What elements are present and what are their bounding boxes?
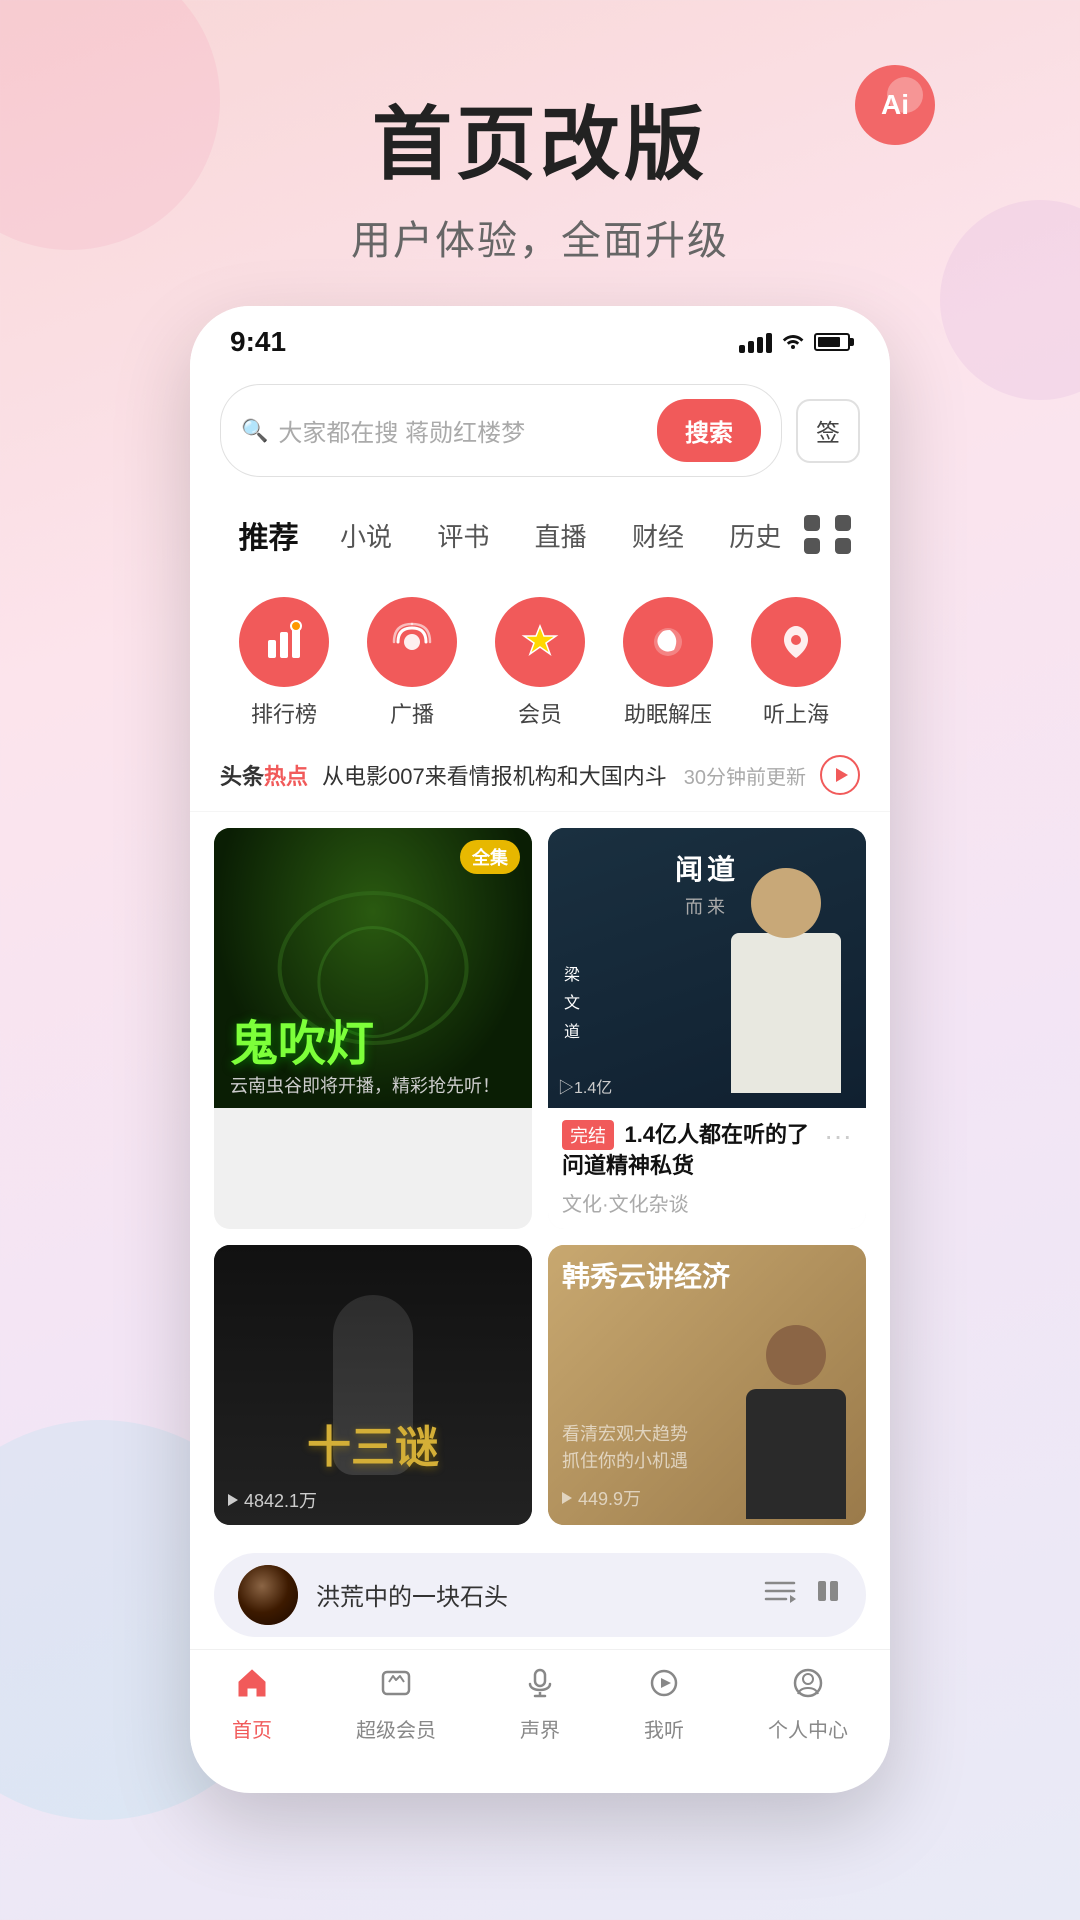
mic-icon <box>523 1666 557 1708</box>
broadcast-label: 广播 <box>390 697 434 729</box>
wendao-category: 文化·文化杂谈 <box>562 1188 824 1217</box>
home-icon <box>235 1666 269 1708</box>
hanxiuyun-slogan: 看清宏观大趋势抓住你的小机遇 <box>562 1421 688 1475</box>
pause-button[interactable] <box>814 1577 842 1612</box>
quick-item-sleep[interactable]: 助眠解压 <box>623 597 713 729</box>
page-subtitle: 用户体验，全面升级 <box>0 208 1080 266</box>
status-time: 9:41 <box>230 326 286 358</box>
card-hanxiuyun[interactable]: 韩秀云讲经济 看清宏观大趋势抓住你的小机遇 449.9万 <box>548 1245 866 1525</box>
hot-news-text: 从电影007来看情报机构和大国内斗 <box>322 759 674 791</box>
status-bar: 9:41 <box>190 306 890 368</box>
play-triangle-icon <box>836 768 848 782</box>
quick-item-shanghai[interactable]: 听上海 <box>751 597 841 729</box>
wifi-icon <box>780 329 806 355</box>
quick-item-broadcast[interactable]: 广播 <box>367 597 457 729</box>
card-shisanmi[interactable]: 十三谜 4842.1万 <box>214 1245 532 1525</box>
sleep-label: 助眠解压 <box>624 697 712 729</box>
guichuiding-sub: 云南虫谷即将开播，精彩抢先听！ <box>230 1072 500 1098</box>
shisanmi-play-count: 4842.1万 <box>228 1487 317 1513</box>
tab-history[interactable]: 历史 <box>707 507 804 564</box>
card-guichuiding[interactable]: 播客明主演网剧 鬼吹灯 全集 云南虫谷即将开播，精彩抢先听！ <box>214 828 532 1229</box>
more-tabs-button[interactable] <box>804 515 860 555</box>
card-wendao[interactable]: 闻道而来 梁文道 ▷1.4亿 完结 1.4亿人都在听的了问道精神私货 文化·文化… <box>548 828 866 1229</box>
battery-icon <box>814 333 850 351</box>
nav-vip[interactable]: 超级会员 <box>356 1666 436 1743</box>
shanghai-icon <box>751 597 841 687</box>
ranking-label: 排行榜 <box>251 697 317 729</box>
playlist-icon[interactable] <box>764 1577 796 1613</box>
nav-tabs: 推荐 小说 评书 直播 财经 历史 <box>190 493 890 577</box>
shisanmi-title: 十三谜 <box>307 1411 439 1475</box>
profile-icon <box>791 1666 825 1708</box>
page-header: 首页改版 用户体验，全面升级 Ai <box>0 0 1080 306</box>
signal-icon <box>739 331 772 353</box>
guichuiding-title: 鬼吹灯 <box>230 1019 374 1072</box>
app-logo: Ai <box>850 60 940 150</box>
now-playing-title: 洪荒中的一块石头 <box>316 1577 746 1612</box>
quick-icons-row: 排行榜 广播 会员 助眠解压 听上海 <box>190 577 890 739</box>
content-grid: 播客明主演网剧 鬼吹灯 全集 云南虫谷即将开播，精彩抢先听！ <box>190 812 890 1541</box>
listening-icon <box>647 1666 681 1708</box>
nav-listening-label: 我听 <box>644 1714 684 1743</box>
nav-listening[interactable]: 我听 <box>644 1666 684 1743</box>
wendao-author: 梁文道 <box>564 962 580 1048</box>
tab-pingping[interactable]: 评书 <box>415 507 512 564</box>
quick-item-vip[interactable]: 会员 <box>495 597 585 729</box>
svg-text:Ai: Ai <box>881 89 909 120</box>
hot-news-time: 30分钟前更新 <box>684 761 806 790</box>
now-playing-thumbnail <box>238 1565 298 1625</box>
vip-nav-icon <box>379 1666 413 1708</box>
search-placeholder: 大家都在搜 蒋勋红楼梦 <box>278 413 647 448</box>
nav-profile[interactable]: 个人中心 <box>768 1666 848 1743</box>
ranking-icon <box>239 597 329 687</box>
wendao-play-count: ▷1.4亿 <box>558 1074 612 1098</box>
completion-badge: 完结 <box>562 1120 614 1150</box>
tab-live[interactable]: 直播 <box>512 507 609 564</box>
nav-vip-label: 超级会员 <box>356 1714 436 1743</box>
search-area: 🔍 大家都在搜 蒋勋红楼梦 搜索 签 <box>190 368 890 493</box>
search-input-wrap[interactable]: 🔍 大家都在搜 蒋勋红楼梦 搜索 <box>220 384 782 477</box>
vip-label: 会员 <box>518 697 562 729</box>
phone-mockup: 9:41 🔍 大家都在搜 蒋勋红楼梦 搜索 签 推荐 小说 <box>190 306 890 1793</box>
nav-profile-label: 个人中心 <box>768 1714 848 1743</box>
status-icons <box>739 329 850 355</box>
search-icon: 🔍 <box>241 418 268 444</box>
hot-badge: 头条热点 <box>220 759 308 791</box>
bottom-nav: 首页 超级会员 声界 我听 个人中心 <box>190 1649 890 1763</box>
tab-recommended[interactable]: 推荐 <box>220 503 317 567</box>
hanxiuyun-title: 韩秀云讲经济 <box>562 1259 730 1295</box>
nav-shengijie[interactable]: 声界 <box>520 1666 560 1743</box>
sleep-icon <box>623 597 713 687</box>
now-playing-bar[interactable]: 洪荒中的一块石头 <box>214 1553 866 1637</box>
tab-finance[interactable]: 财经 <box>609 507 706 564</box>
nav-shengijie-label: 声界 <box>520 1714 560 1743</box>
more-options-button[interactable]: ··· <box>824 1120 852 1152</box>
quick-item-ranking[interactable]: 排行榜 <box>239 597 329 729</box>
broadcast-icon <box>367 597 457 687</box>
guichuiding-badge: 全集 <box>460 840 520 874</box>
hanxiuyun-play-count: 449.9万 <box>562 1485 641 1511</box>
vip-icon <box>495 597 585 687</box>
tab-novel[interactable]: 小说 <box>317 507 414 564</box>
hot-play-button[interactable] <box>820 755 860 795</box>
shanghai-label: 听上海 <box>763 697 829 729</box>
hot-news-bar: 头条热点 从电影007来看情报机构和大国内斗 30分钟前更新 <box>190 739 890 812</box>
nav-home[interactable]: 首页 <box>232 1666 272 1743</box>
search-button[interactable]: 搜索 <box>657 399 761 462</box>
sign-button[interactable]: 签 <box>796 399 860 463</box>
wendao-info: 完结 1.4亿人都在听的了问道精神私货 文化·文化杂谈 ··· <box>548 1108 866 1229</box>
nav-home-label: 首页 <box>232 1714 272 1743</box>
